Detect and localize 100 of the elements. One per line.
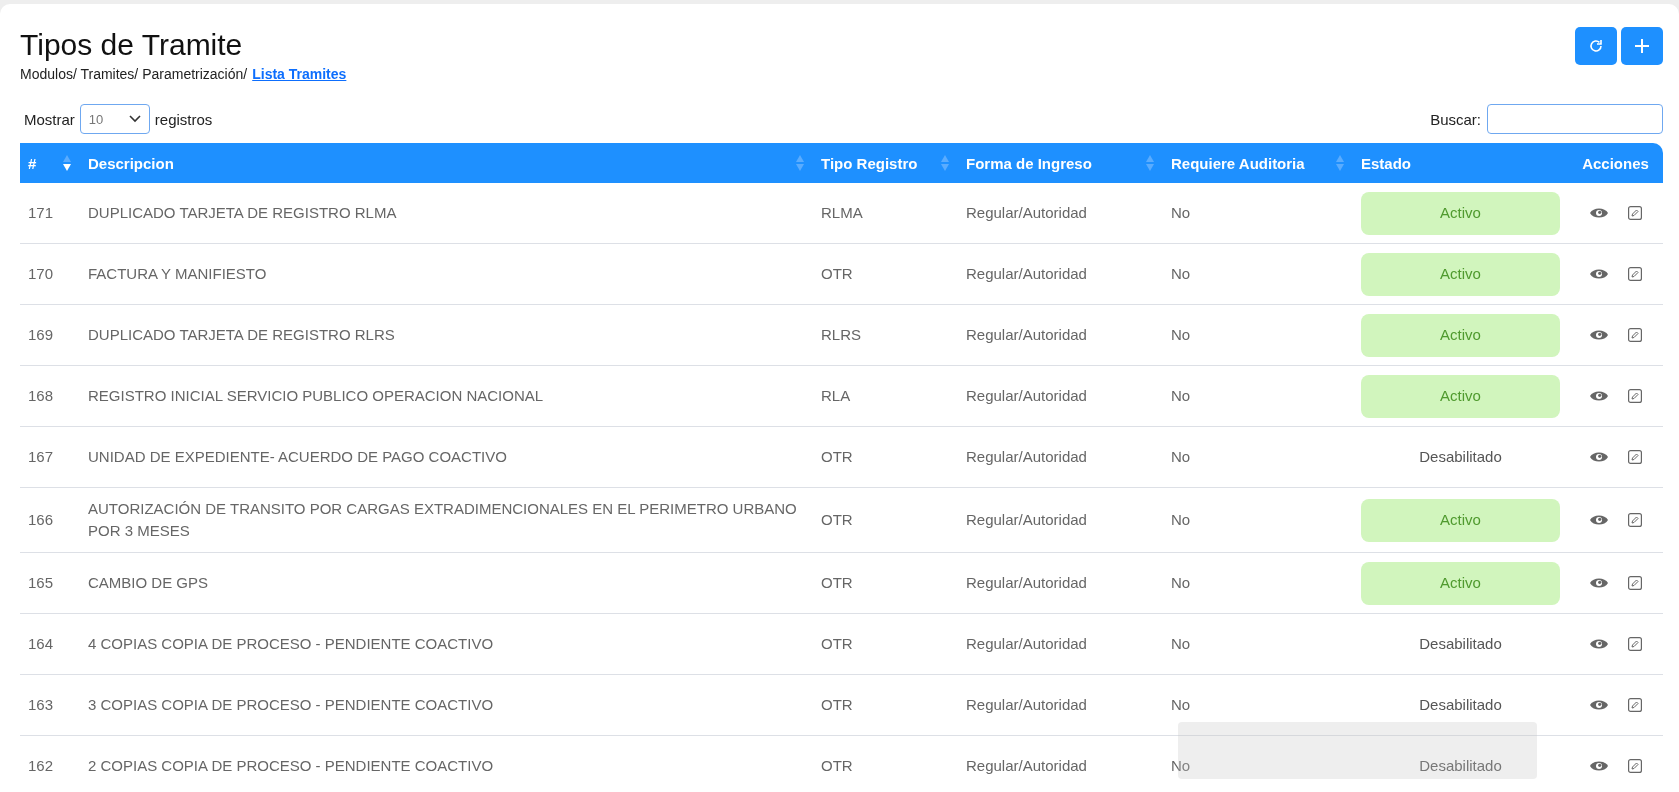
refresh-button[interactable] bbox=[1575, 27, 1617, 65]
table-cell-text: OTR bbox=[820, 634, 854, 654]
table-cell-text: OTR bbox=[820, 510, 854, 530]
table-cell-text: No bbox=[1170, 447, 1192, 467]
table-cell-text: Regular/Autoridad bbox=[965, 203, 1088, 223]
status-badge: Activo bbox=[1361, 252, 1560, 296]
table-cell-text: OTR bbox=[820, 573, 854, 593]
edit-icon[interactable] bbox=[1627, 450, 1642, 464]
status-badge: Activo bbox=[1361, 374, 1560, 418]
table-cell-text: 4 COPIAS COPIA DE PROCESO - PENDIENTE COACTIVO bbox=[87, 634, 495, 654]
table-cell-text: No bbox=[1170, 203, 1192, 223]
table-cell-text: Regular/Autoridad bbox=[965, 325, 1088, 345]
breadcrumb-path: Modulos/ Tramites/ Parametrización/ bbox=[20, 66, 248, 82]
chevron-down-icon bbox=[128, 115, 141, 123]
table-cell-text: No bbox=[1170, 386, 1192, 406]
edit-icon[interactable] bbox=[1627, 206, 1642, 220]
table-cell-text: No bbox=[1170, 510, 1192, 530]
table-cell-text: 164 bbox=[27, 634, 55, 654]
table-cell-text: OTR bbox=[820, 695, 854, 715]
table-cell-text: 165 bbox=[27, 573, 55, 593]
breadcrumb-link[interactable]: Lista Tramites bbox=[252, 66, 347, 82]
column-header[interactable]: Descripcion bbox=[80, 143, 813, 183]
table-cell-text: RLA bbox=[820, 386, 852, 406]
add-button[interactable] bbox=[1621, 27, 1663, 65]
table-cell-text: No bbox=[1170, 756, 1192, 776]
search-label: Buscar: bbox=[1430, 110, 1481, 128]
edit-icon[interactable] bbox=[1627, 513, 1642, 527]
table-cell-text: 162 bbox=[27, 756, 55, 776]
eye-icon[interactable] bbox=[1589, 699, 1608, 711]
table-cell-text: 171 bbox=[27, 203, 55, 223]
table-cell-text: REGISTRO INICIAL SERVICIO PUBLICO OPERACION NACIONAL bbox=[87, 386, 545, 406]
table-cell-text: DUPLICADO TARJETA DE REGISTRO RLMA bbox=[87, 203, 398, 223]
status-badge: Activo bbox=[1361, 561, 1560, 605]
refresh-icon bbox=[1588, 38, 1604, 54]
edit-icon[interactable] bbox=[1627, 576, 1642, 590]
table-cell-text: DUPLICADO TARJETA DE REGISTRO RLRS bbox=[87, 325, 396, 345]
eye-icon[interactable] bbox=[1589, 514, 1608, 526]
status-badge: Activo bbox=[1361, 191, 1560, 235]
table-cell-text: 166 bbox=[27, 510, 55, 530]
eye-icon[interactable] bbox=[1589, 207, 1608, 219]
eye-icon[interactable] bbox=[1589, 329, 1608, 341]
eye-icon[interactable] bbox=[1589, 390, 1608, 402]
status-badge: Activo bbox=[1361, 498, 1560, 542]
table-cell-text: No bbox=[1170, 325, 1192, 345]
table-cell-text: OTR bbox=[820, 756, 854, 776]
table-cell-text: RLRS bbox=[820, 325, 862, 345]
table-cell-text: OTR bbox=[820, 447, 854, 467]
table-cell-text: Regular/Autoridad bbox=[965, 510, 1088, 530]
table-cell-text: Regular/Autoridad bbox=[965, 386, 1088, 406]
table-cell-text: No bbox=[1170, 573, 1192, 593]
table-cell-text: RLMA bbox=[820, 203, 864, 223]
eye-icon[interactable] bbox=[1589, 451, 1608, 463]
table-cell-text: OTR bbox=[820, 264, 854, 284]
column-header[interactable]: Estado bbox=[1353, 143, 1568, 183]
status-badge: Activo bbox=[1361, 313, 1560, 357]
table-cell-text: Regular/Autoridad bbox=[965, 264, 1088, 284]
status-text: Desabilitado bbox=[1419, 695, 1502, 715]
eye-icon[interactable] bbox=[1589, 577, 1608, 589]
edit-icon[interactable] bbox=[1627, 389, 1642, 403]
table-cell-text: Regular/Autoridad bbox=[965, 756, 1088, 776]
show-label: Mostrar bbox=[24, 110, 75, 128]
status-text: Desabilitado bbox=[1419, 756, 1502, 776]
table-cell-text: 2 COPIAS COPIA DE PROCESO - PENDIENTE COACTIVO bbox=[87, 756, 495, 776]
table-cell-text: 170 bbox=[27, 264, 55, 284]
table-cell-text: Regular/Autoridad bbox=[965, 695, 1088, 715]
table-cell-text: 3 COPIAS COPIA DE PROCESO - PENDIENTE COACTIVO bbox=[87, 695, 495, 715]
table-cell-text: Regular/Autoridad bbox=[965, 573, 1088, 593]
column-header[interactable]: Tipo Registro bbox=[813, 143, 958, 183]
table-cell-text: No bbox=[1170, 695, 1192, 715]
plus-icon bbox=[1634, 38, 1650, 54]
table-cell-text: No bbox=[1170, 264, 1192, 284]
table-cell-text: 168 bbox=[27, 386, 55, 406]
column-header[interactable]: Acciones bbox=[1568, 143, 1663, 183]
column-header[interactable]: # bbox=[20, 143, 80, 183]
edit-icon[interactable] bbox=[1627, 267, 1642, 281]
edit-icon[interactable] bbox=[1627, 759, 1642, 773]
column-header[interactable]: Forma de Ingreso bbox=[958, 143, 1163, 183]
table-cell-text: UNIDAD DE EXPEDIENTE- ACUERDO DE PAGO COACTIVO bbox=[87, 447, 508, 467]
table-cell-text: Regular/Autoridad bbox=[965, 634, 1088, 654]
table-cell-text: No bbox=[1170, 634, 1192, 654]
column-header[interactable]: Requiere Auditoria bbox=[1163, 143, 1353, 183]
table-cell-text: AUTORIZACIÓN DE TRANSITO POR CARGAS EXTRADIMENCIONALES EN EL PERIMETRO URBANO POR 3 MESES bbox=[87, 499, 798, 541]
eye-icon[interactable] bbox=[1589, 760, 1608, 772]
table-cell-text: 163 bbox=[27, 695, 55, 715]
eye-icon[interactable] bbox=[1589, 268, 1608, 280]
table-cell-text: Regular/Autoridad bbox=[965, 447, 1088, 467]
edit-icon[interactable] bbox=[1627, 637, 1642, 651]
sort-icon[interactable] bbox=[62, 154, 72, 172]
table-cell-text: 167 bbox=[27, 447, 55, 467]
records-label: registros bbox=[154, 110, 213, 128]
page-size-select[interactable]: 10 bbox=[79, 104, 150, 134]
table-cell-text: CAMBIO DE GPS bbox=[87, 573, 210, 593]
page-title: Tipos de Tramite bbox=[20, 28, 244, 62]
eye-icon[interactable] bbox=[1589, 638, 1608, 650]
status-text: Desabilitado bbox=[1419, 634, 1502, 654]
edit-icon[interactable] bbox=[1627, 328, 1642, 342]
edit-icon[interactable] bbox=[1627, 698, 1642, 712]
search-field[interactable] bbox=[1487, 104, 1663, 134]
table-cell-text: 169 bbox=[27, 325, 55, 345]
table-cell-text: FACTURA Y MANIFIESTO bbox=[87, 264, 268, 284]
